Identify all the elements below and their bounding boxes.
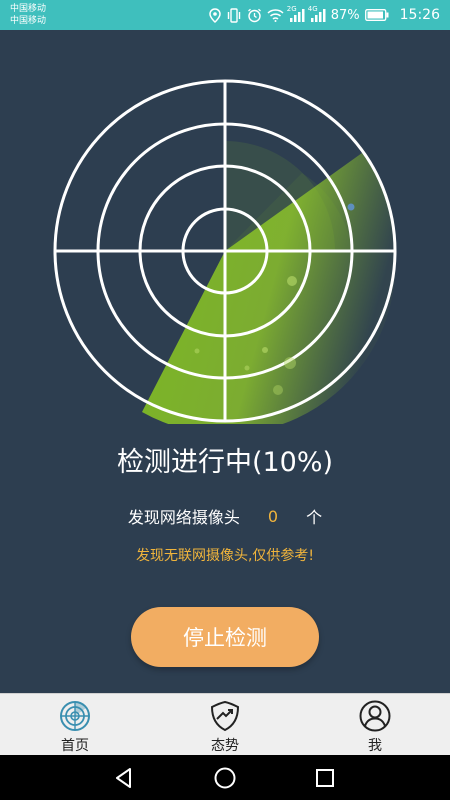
signal-icon-2: 4G [308, 5, 326, 22]
shield-trend-icon [210, 700, 240, 732]
bottom-tab-bar: 首页 态势 我 [0, 693, 450, 755]
tab-trend-label: 态势 [211, 738, 239, 754]
user-icon [359, 700, 391, 732]
radar-blip [244, 365, 250, 371]
network-type-2: 4G [307, 4, 318, 13]
tab-me-label: 我 [368, 738, 382, 754]
scan-note: 发现无联网摄像头,仅供参考! [135, 548, 315, 564]
alarm-icon [247, 8, 262, 23]
radar-blip [347, 203, 355, 211]
recent-apps-icon[interactable] [312, 765, 338, 791]
found-unit: 个 [306, 508, 323, 527]
status-bar: 中国移动 中国移动 2G 4G 87% 15:26 [0, 0, 450, 30]
status-icons: 2G 4G 87% 15:26 [208, 0, 440, 30]
tab-home[interactable]: 首页 [0, 694, 150, 756]
carrier-2: 中国移动 [10, 16, 47, 26]
signal-icon-1: 2G [287, 5, 305, 22]
tab-me[interactable]: 我 [300, 694, 450, 756]
battery-percent: 87% [330, 7, 360, 23]
found-count: 0 [267, 506, 279, 526]
radar-blip [273, 385, 283, 395]
radar-graphic [53, 79, 397, 424]
tab-home-label: 首页 [61, 738, 89, 754]
carrier-1: 中国移动 [10, 4, 47, 14]
radar-blip [194, 348, 200, 354]
system-nav-bar [0, 755, 450, 800]
carrier-info: 中国移动 中国移动 [10, 3, 46, 27]
scan-status-title: 检测进行中(10%) [116, 447, 334, 478]
network-type-1: 2G [286, 4, 297, 13]
found-cameras-row: 发现网络摄像头 0 个 [0, 505, 450, 528]
radar-icon [60, 701, 90, 731]
wifi-icon [267, 8, 284, 22]
back-icon[interactable] [111, 765, 137, 791]
radar-blip [262, 347, 268, 353]
found-label: 发现网络摄像头 [127, 508, 240, 527]
vibrate-icon [226, 7, 242, 23]
scan-screen: 检测进行中(10%) 发现网络摄像头 0 个 发现无联网摄像头,仅供参考! 停止… [0, 30, 450, 693]
clock: 15:26 [399, 7, 440, 23]
stop-scan-button[interactable]: 停止检测 [131, 607, 319, 667]
location-icon [208, 7, 221, 23]
home-icon[interactable] [212, 765, 238, 791]
radar-blip [284, 357, 296, 369]
tab-trend[interactable]: 态势 [150, 694, 300, 756]
radar-blip [287, 276, 297, 286]
battery-icon [364, 9, 389, 21]
